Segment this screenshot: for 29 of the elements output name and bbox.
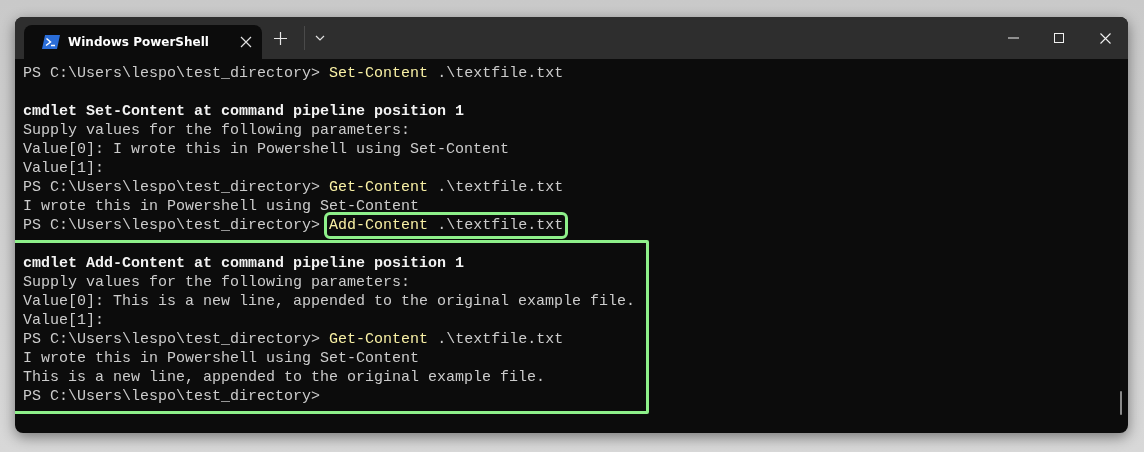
argument-text: .\textfile.txt [437, 179, 564, 196]
output-line: Value[0]: I wrote this in Powershell using Set-Content [23, 140, 511, 159]
output-line: Value[0]: This is a new line, appended to the original example file. [23, 292, 636, 311]
output-heading: cmdlet Set-Content at command pipeline position 1 [23, 102, 466, 121]
command-text: Add-Content [329, 217, 429, 234]
command-text: Set-Content [329, 65, 429, 82]
prompt-text: PS C:\Users\lespo\test_directory> [23, 217, 321, 234]
prompt-text: PS C:\Users\lespo\test_directory> [23, 179, 321, 196]
powershell-icon [42, 35, 60, 49]
prompt-text: PS C:\Users\lespo\test_directory> [23, 65, 321, 82]
output-line: I wrote this in Powershell using Set-Content [23, 349, 421, 368]
argument-text: .\textfile.txt [437, 217, 564, 234]
output-line: Supply values for the following parameters: [23, 121, 412, 140]
output-line: Value[1]: [23, 311, 105, 330]
output-line: Value[1]: [23, 159, 105, 178]
close-tab-icon[interactable] [240, 36, 252, 48]
command-text: Get-Content [329, 331, 429, 348]
output-line: This is a new line, appended to the original example file. [23, 368, 547, 387]
output-line: Supply values for the following parameters: [23, 273, 412, 292]
tab-title: Windows PowerShell [68, 35, 210, 49]
scrollbar-thumb[interactable] [1120, 391, 1122, 415]
command-text: Get-Content [329, 179, 429, 196]
argument-text: .\textfile.txt [437, 65, 564, 82]
output-heading: cmdlet Add-Content at command pipeline position 1 [23, 254, 466, 273]
prompt-text: PS C:\Users\lespo\test_directory> [23, 331, 321, 348]
argument-text: .\textfile.txt [437, 331, 564, 348]
terminal-tab[interactable]: Windows PowerShell [24, 25, 262, 59]
prompt-text: PS C:\Users\lespo\test_directory> [23, 388, 321, 405]
output-line: I wrote this in Powershell using Set-Content [23, 197, 421, 216]
